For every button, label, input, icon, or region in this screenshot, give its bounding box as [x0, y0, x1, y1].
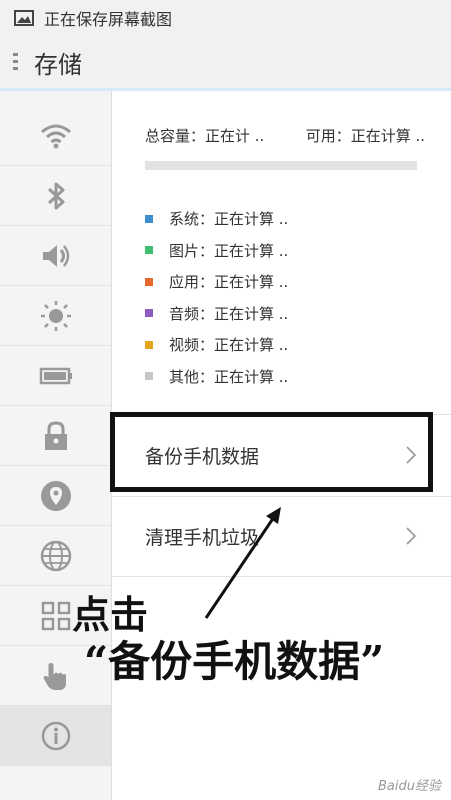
annotation-line-2: “备份手机数据” [84, 637, 385, 686]
watermark: Baidu经验 [378, 779, 441, 794]
